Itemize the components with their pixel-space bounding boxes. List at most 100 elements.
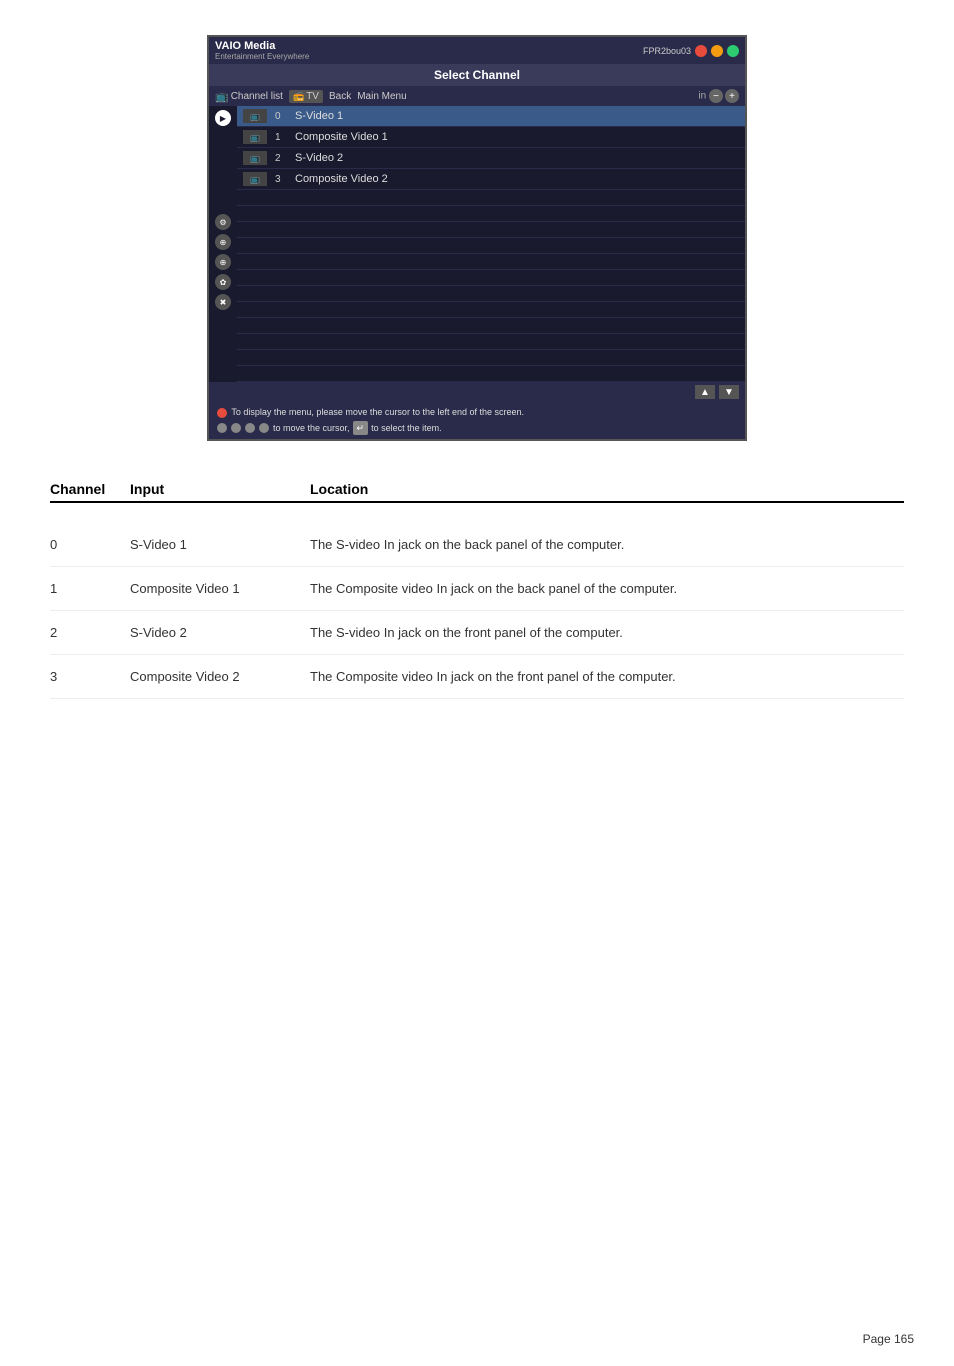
channel-row-0[interactable]: 📺 0 S-Video 1 [237,106,745,127]
doc-row-1-input: Composite Video 1 [130,581,310,596]
channel-row-2[interactable]: 📺 2 S-Video 2 [237,148,745,169]
nav-channel-list[interactable]: 📺 Channel list [215,90,283,103]
sidebar-settings-icon[interactable]: ⚙ [215,214,231,230]
page-number: Page 165 [863,1332,914,1346]
sidebar-info-icon[interactable]: ⊕ [215,234,231,250]
empty-row-8 [237,302,745,318]
doc-header-input: Input [130,481,310,497]
in-label: in [698,91,706,102]
doc-row-3-input: Composite Video 2 [130,669,310,684]
help-text-1: To display the menu, please move the cur… [231,407,524,417]
dpad-icon-3 [245,423,255,433]
ch-num-3: 3 [275,174,295,185]
ch-name-3: Composite Video 2 [295,173,388,185]
ch-num-2: 2 [275,153,295,164]
doc-row-2-input: S-Video 2 [130,625,310,640]
help-bar: To display the menu, please move the cur… [209,402,745,439]
sidebar-play-icon[interactable]: ▶ [215,110,231,126]
vaio-logo: VAIO Media Entertainment Everywhere [215,40,309,61]
doc-header-location: Location [310,481,904,497]
ch-num-0: 0 [275,111,295,122]
doc-row-2-location: The S-video In jack on the front panel o… [310,625,904,640]
help-text-2: to move the cursor, [273,422,350,435]
empty-row-6 [237,270,745,286]
sidebar-add-icon[interactable]: ⊕ [215,254,231,270]
channel-row-1[interactable]: 📺 1 Composite Video 1 [237,127,745,148]
doc-row-2-channel: 2 [50,625,130,640]
empty-row-11 [237,350,745,366]
doc-row-0-location: The S-video In jack on the back panel of… [310,537,904,552]
scroll-buttons: ▲ ▼ [695,385,739,399]
scroll-up-btn[interactable]: ▲ [695,385,715,399]
empty-row-7 [237,286,745,302]
circle-green-icon[interactable] [727,45,739,57]
ch-icon-1: 📺 [243,130,267,144]
enter-btn-icon: ↵ [353,421,369,436]
ch-icon-3: 📺 [243,172,267,186]
sidebar-star-icon[interactable]: ✿ [215,274,231,290]
doc-row-1-channel: 1 [50,581,130,596]
dpad-icon-1 [217,423,227,433]
title-bar-left: VAIO Media Entertainment Everywhere [215,40,309,61]
help-text-3: to select the item. [371,422,442,435]
doc-row-0-input: S-Video 1 [130,537,310,552]
sidebar-close-icon[interactable]: ✖ [215,294,231,310]
empty-row-12 [237,366,745,382]
empty-row-5 [237,254,745,270]
main-menu-label: Main Menu [357,91,406,102]
back-label: Back [329,91,351,102]
nav-main-menu[interactable]: Main Menu [357,91,406,102]
help-line-2: to move the cursor, ↵ to select the item… [217,421,737,436]
channel-row-3[interactable]: 📺 3 Composite Video 2 [237,169,745,190]
doc-row-1-location: The Composite video In jack on the back … [310,581,904,596]
scroll-down-btn[interactable]: ▼ [719,385,739,399]
empty-row-2 [237,206,745,222]
channel-list-icon: 📺 [215,90,229,103]
ch-name-0: S-Video 1 [295,110,343,122]
empty-row-9 [237,318,745,334]
doc-row-3-location: The Composite video In jack on the front… [310,669,904,684]
doc-header-row: Channel Input Location [50,481,904,503]
tv-icon: 📻 [293,91,304,102]
empty-row-4 [237,238,745,254]
channel-table: 📺 0 S-Video 1 📺 1 Composite Video 1 📺 2 … [237,106,745,382]
help-circle-icon [217,408,227,418]
doc-row-0-channel: 0 [50,537,130,552]
nav-tv[interactable]: 📻 TV [289,90,323,103]
minus-btn[interactable]: − [709,89,723,103]
empty-row-1 [237,190,745,206]
main-content: ▶ ⚙ ⊕ ⊕ ✿ ✖ 📺 0 S-Video 1 📺 1 C [209,106,745,382]
empty-row-3 [237,222,745,238]
doc-row-2: 2 S-Video 2 The S-video In jack on the f… [50,611,904,655]
plus-btn[interactable]: + [725,89,739,103]
doc-row-1: 1 Composite Video 1 The Composite video … [50,567,904,611]
ch-name-2: S-Video 2 [295,152,343,164]
left-sidebar: ▶ ⚙ ⊕ ⊕ ✿ ✖ [209,106,237,382]
title-bar: VAIO Media Entertainment Everywhere FPR2… [209,37,745,64]
nav-right: in − + [698,89,739,103]
empty-row-10 [237,334,745,350]
select-channel-header: Select Channel [209,64,745,86]
doc-row-3: 3 Composite Video 2 The Composite video … [50,655,904,699]
screenshot-container: VAIO Media Entertainment Everywhere FPR2… [207,35,747,441]
nav-back[interactable]: Back [329,91,351,102]
ch-icon-0: 📺 [243,109,267,123]
doc-content: Channel Input Location 0 S-Video 1 The S… [0,461,954,719]
title-bar-right: FPR2bou03 [643,45,739,57]
doc-header-channel: Channel [50,481,130,497]
ch-name-1: Composite Video 1 [295,131,388,143]
dpad-icon-4 [259,423,269,433]
channel-list-label: Channel list [231,91,283,102]
help-line-1: To display the menu, please move the cur… [217,406,737,419]
nav-bar: 📺 Channel list 📻 TV Back Main Menu in − … [209,86,745,106]
ch-icon-2: 📺 [243,151,267,165]
tv-label: TV [306,91,319,102]
doc-row-3-channel: 3 [50,669,130,684]
bottom-bar: ▲ ▼ [209,382,745,402]
doc-row-0: 0 S-Video 1 The S-video In jack on the b… [50,523,904,567]
circle-yellow-icon[interactable] [711,45,723,57]
plus-minus-controls[interactable]: − + [709,89,739,103]
fps-label: FPR2bou03 [643,46,691,56]
circle-red-icon[interactable] [695,45,707,57]
ch-num-1: 1 [275,132,295,143]
